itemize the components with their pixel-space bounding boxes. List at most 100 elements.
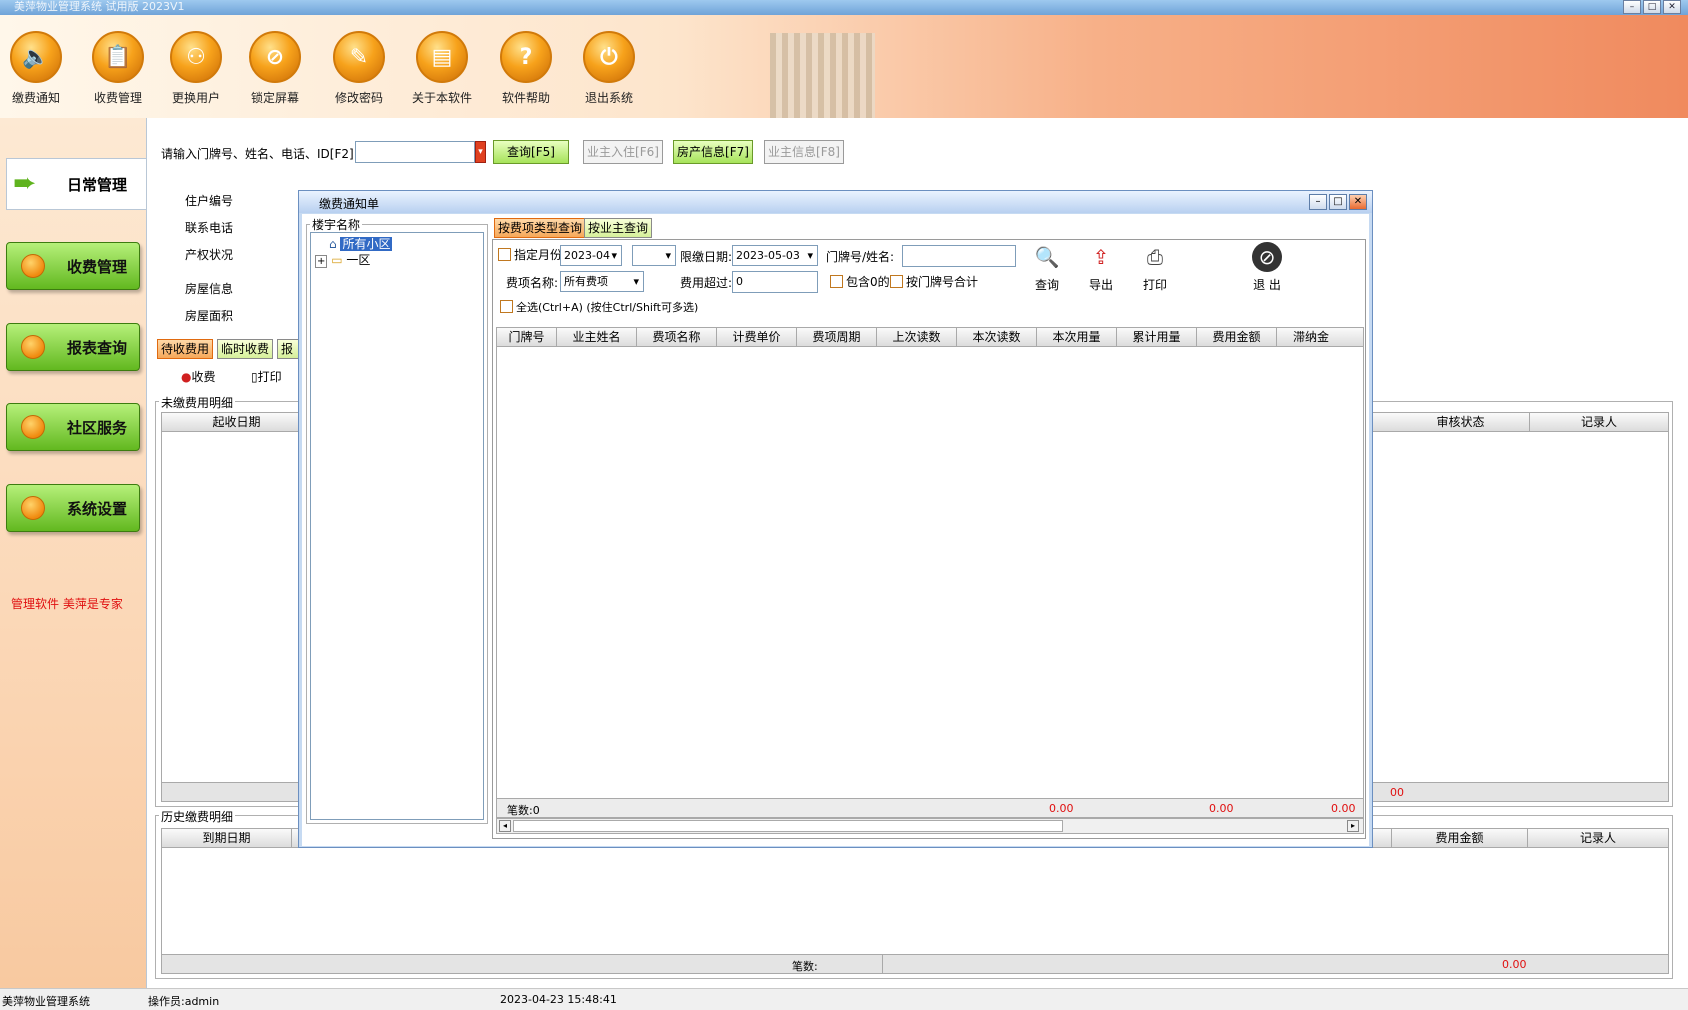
tab-by-owner[interactable]: 按业主查询: [584, 218, 653, 238]
sidebar-item-community[interactable]: 社区服务: [6, 403, 140, 451]
print-icon: ▯: [251, 370, 258, 384]
fee-item-label: 费项名称:: [506, 276, 559, 290]
tab-by-fee-type[interactable]: 按费项类型查询: [494, 218, 587, 238]
scroll-left-icon[interactable]: ◂: [499, 820, 511, 832]
col-audit-status[interactable]: 审核状态: [1392, 413, 1530, 431]
toolbar-lock-screen-button[interactable]: ⊘ 锁定屏幕: [237, 31, 313, 106]
toolbar-change-password-button[interactable]: ✎ 修改密码: [321, 31, 397, 106]
horizontal-scrollbar[interactable]: ◂ ▸: [496, 818, 1364, 834]
dialog-print-button[interactable]: ⎙ 打印: [1132, 242, 1178, 293]
notice-sum-3: 0.00: [1331, 802, 1356, 815]
notice-grid-footer: 笔数:0 0.00 0.00 0.00: [496, 798, 1364, 818]
scroll-right-icon[interactable]: ▸: [1347, 820, 1359, 832]
building-tree[interactable]: ⌂ 所有小区 + ▭ 一区: [310, 232, 484, 820]
exceed-input[interactable]: 0: [732, 271, 818, 293]
document-icon: ▤: [416, 31, 468, 83]
toolbar-about-button[interactable]: ▤ 关于本软件: [404, 31, 480, 106]
history-title: 历史缴费明细: [159, 808, 236, 825]
owner-info-button[interactable]: 业主信息[F8]: [764, 140, 844, 164]
toolbar-help-button[interactable]: ? 软件帮助: [488, 31, 564, 106]
sidebar-item-daily[interactable]: ➨ 日常管理: [6, 158, 146, 210]
notice-grid-body[interactable]: [496, 347, 1364, 798]
main-toolbar: 🔈 缴费通知 📋 收费管理 ⚇ 更换用户 ⊘ 锁定屏幕 ✎ 修改密码 ▤ 关于本…: [0, 15, 1688, 133]
col-late-fee[interactable]: 滞纳金: [1277, 328, 1345, 346]
tab-quote[interactable]: 报价: [277, 339, 299, 359]
deadline-combo[interactable]: 2023-05-03: [732, 245, 818, 266]
tree-node-all[interactable]: ⌂ 所有小区: [329, 235, 393, 252]
tree-node-zone1[interactable]: + ▭ 一区: [315, 251, 370, 268]
search-input[interactable]: [355, 141, 475, 163]
dialog-body: 楼宇名称 ⌂ 所有小区 + ▭ 一区 按费项类型查询 按业主查询 指定月份 20…: [302, 214, 1369, 846]
include-zero-checkbox[interactable]: 包含0的: [830, 273, 890, 290]
col-recorder[interactable]: 记录人: [1530, 413, 1668, 431]
toolbar-payment-notice-button[interactable]: 🔈 缴费通知: [0, 31, 74, 106]
house-icon: ⌂: [329, 237, 337, 251]
toolbar-switch-user-button[interactable]: ⚇ 更换用户: [158, 31, 234, 106]
building-tree-label: 楼宇名称: [310, 216, 363, 233]
sum-by-door-checkbox[interactable]: 按门牌号合计: [890, 273, 978, 290]
payment-notice-dialog: 缴费通知单 – □ ✕ 楼宇名称 ⌂ 所有小区 + ▭ 一区 按费项类型查询 按…: [298, 190, 1373, 848]
house-info-button[interactable]: 房产信息[F7]: [673, 140, 753, 164]
col-current-usage[interactable]: 本次用量: [1037, 328, 1117, 346]
status-operator: 操作员:admin: [148, 995, 220, 1008]
history-total: 0.00: [1502, 958, 1527, 971]
notice-count: 笔数:0: [507, 804, 540, 817]
col-door-no[interactable]: 门牌号: [497, 328, 557, 346]
owner-checkin-button[interactable]: 业主入住[F6]: [583, 140, 663, 164]
col-due-date[interactable]: 到期日期: [162, 829, 292, 847]
dialog-minimize-button[interactable]: –: [1309, 194, 1327, 210]
maximize-button[interactable]: □: [1643, 0, 1661, 14]
lock-screen-icon: ⊘: [249, 31, 301, 83]
toolbar-exit-button[interactable]: ⏻ 退出系统: [571, 31, 647, 106]
col-owner-name[interactable]: 业主姓名: [557, 328, 637, 346]
dialog-export-button[interactable]: ⇪ 导出: [1078, 242, 1124, 293]
door-name-input[interactable]: [902, 245, 1016, 267]
query-button[interactable]: 查询[F5]: [493, 140, 569, 164]
minimize-button[interactable]: –: [1623, 0, 1641, 14]
secondary-combo[interactable]: [632, 245, 676, 266]
search-dropdown-button[interactable]: ▾: [475, 141, 486, 163]
dialog-title-bar[interactable]: 缴费通知单 – □ ✕: [299, 191, 1372, 213]
fee-item-combo[interactable]: 所有费项: [560, 271, 644, 292]
col-fee-amount[interactable]: 费用金额: [1392, 829, 1528, 847]
col-unit-price[interactable]: 计费单价: [717, 328, 797, 346]
sidebar-item-fees[interactable]: 收费管理: [6, 242, 140, 290]
orange-dot-icon: [21, 254, 45, 278]
tab-pending-fees[interactable]: 待收费用: [157, 339, 214, 359]
dialog-maximize-button[interactable]: □: [1329, 194, 1347, 210]
collect-icon: ●: [181, 370, 192, 384]
history-grid-body[interactable]: [161, 848, 1669, 954]
col-fee-name[interactable]: 费项名称: [637, 328, 717, 346]
close-button[interactable]: ✕: [1663, 0, 1681, 14]
clipboard-icon: 📋: [92, 31, 144, 83]
sidebar-item-reports[interactable]: 报表查询: [6, 323, 140, 371]
col-start-date[interactable]: 起收日期: [162, 413, 312, 431]
collect-button[interactable]: ●收费: [181, 368, 216, 385]
col-total-usage[interactable]: 累计用量: [1117, 328, 1197, 346]
toolbar-fee-management-button[interactable]: 📋 收费管理: [80, 31, 156, 106]
dialog-title: 缴费通知单: [319, 197, 380, 211]
col-fee-period[interactable]: 费项周期: [797, 328, 877, 346]
unpaid-title: 未缴费用明细: [159, 394, 236, 411]
house-area-label: 房屋面积: [185, 309, 234, 323]
user-switch-icon: ⚇: [170, 31, 222, 83]
print-button[interactable]: ▯打印: [251, 368, 282, 385]
col-last-reading[interactable]: 上次读数: [877, 328, 957, 346]
tab-temporary-fees[interactable]: 临时收费: [217, 339, 274, 359]
col-current-reading[interactable]: 本次读数: [957, 328, 1037, 346]
month-combo[interactable]: 2023-04: [560, 245, 622, 266]
sidebar-item-settings[interactable]: 系统设置: [6, 484, 140, 532]
door-name-label: 门牌号/姓名:: [826, 250, 895, 264]
col-fee-amount[interactable]: 费用金额: [1197, 328, 1277, 346]
status-app-name: 美萍物业管理系统: [2, 995, 90, 1008]
dialog-close-button[interactable]: ✕: [1349, 194, 1367, 210]
dialog-query-button[interactable]: 🔍 查询: [1024, 242, 1070, 293]
scroll-thumb[interactable]: [513, 820, 1063, 832]
select-all-checkbox[interactable]: 全选(Ctrl+A) (按住Ctrl/Shift可多选): [500, 299, 698, 315]
exceed-label: 费用超过:: [680, 276, 733, 290]
expand-plus-icon[interactable]: +: [315, 255, 328, 268]
dialog-exit-button[interactable]: ⊘ 退 出: [1244, 242, 1290, 293]
col-recorder[interactable]: 记录人: [1528, 829, 1668, 847]
notice-sum-1: 0.00: [1049, 802, 1074, 815]
month-checkbox[interactable]: 指定月份: [498, 246, 562, 263]
